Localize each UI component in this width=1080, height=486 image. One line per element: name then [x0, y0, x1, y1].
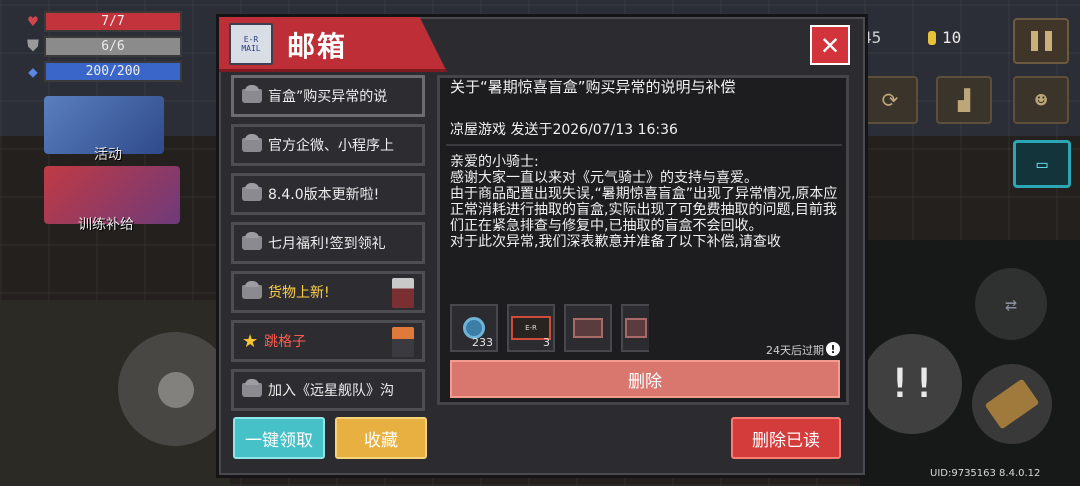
mail-item-title: 盲盒”购买异常的说: [268, 89, 388, 105]
energy-bar: 200/200: [44, 60, 182, 82]
envelope-icon: [242, 281, 262, 299]
heart-icon: ♥: [28, 11, 38, 31]
gold-count-value: 10: [942, 28, 962, 47]
skill-button[interactable]: !!: [862, 334, 962, 434]
attachment-count: 3: [543, 336, 550, 349]
pause-bar-icon: [1044, 31, 1052, 51]
stairs-button[interactable]: ▟: [936, 76, 992, 124]
console-button[interactable]: ▭: [1013, 140, 1071, 188]
pink-ticket-icon: [625, 318, 647, 338]
info-exclamation-icon[interactable]: !: [826, 342, 840, 356]
energy-row: ◆ 200/200: [22, 60, 182, 82]
attack-weapon-button[interactable]: [972, 364, 1052, 444]
mail-subject: 关于“暑期惊喜盲盒”购买异常的说明与补偿: [450, 78, 736, 96]
mail-list-item[interactable]: ★ 跳格子: [231, 320, 425, 362]
close-icon: ✕: [820, 27, 840, 62]
mail-envelope-icon: E-R MAIL: [229, 23, 273, 65]
gold-counter: 10: [928, 28, 961, 47]
attachment-slot[interactable]: 233: [450, 304, 498, 352]
character-card-button[interactable]: ☻: [1013, 76, 1069, 124]
mail-item-title: 七月福利!签到领礼: [268, 236, 386, 252]
player-status-hud: ♥ 7/7 ⛊ 6/6 ◆ 200/200: [22, 10, 182, 85]
energy-diamond-icon: ◆: [28, 61, 38, 81]
attachment-slot[interactable]: [564, 304, 612, 352]
mailbox-dialog: E-R MAIL 邮箱 ✕ 盲盒”购买异常的说 官方企微、小程序上 8.4.0版…: [216, 14, 868, 478]
refresh-button[interactable]: ⟳: [862, 76, 918, 124]
attachment-count: 233: [472, 336, 493, 349]
body-paragraph: 亲爱的小骑士:: [450, 154, 539, 170]
envelope-icon: [242, 379, 262, 397]
pause-button[interactable]: [1013, 18, 1069, 64]
swap-weapon-button[interactable]: ⇄: [975, 268, 1047, 340]
shield-icon: ⛊: [26, 36, 39, 55]
mail-list-item[interactable]: 加入《远星舰队》沟: [231, 369, 425, 411]
armor-row: ⛊ 6/6: [22, 35, 182, 57]
mail-item-title: 货物上新!: [268, 285, 330, 301]
mail-list[interactable]: 盲盒”购买异常的说 官方企微、小程序上 8.4.0版本更新啦! 七月福利!签到领…: [231, 75, 431, 415]
pause-bar-icon: [1030, 31, 1038, 51]
envelope-icon: [242, 183, 262, 201]
body-paragraph: 由于商品配置出现失误,“暑期惊喜盲盒”出现了异常情况,原本应正常消耗进行抽取的盲…: [450, 186, 838, 234]
mail-detail-panel: 关于“暑期惊喜盲盒”购买异常的说明与补偿 凉屋游戏 发送于2026/07/13 …: [437, 75, 849, 405]
attachment-list: 233 E-R 3: [450, 304, 649, 352]
favorite-button[interactable]: 收藏: [335, 417, 427, 459]
mail-icon-text: MAIL: [241, 44, 261, 53]
mailbox-header: E-R MAIL 邮箱 ✕: [219, 17, 865, 72]
pink-ticket-icon: [573, 318, 603, 338]
mail-item-title: 跳格子: [264, 334, 307, 350]
mail-body[interactable]: 亲爱的小骑士: 感谢大家一直以来对《元气骑士》的支持与喜爱。 由于商品配置出现失…: [450, 154, 838, 298]
mail-list-item[interactable]: 官方企微、小程序上: [231, 124, 425, 166]
uid-version-text: UID:9735163 8.4.0.12: [930, 468, 1041, 479]
hopscotch-character-icon: [392, 327, 414, 357]
expire-text: 24天后过期: [766, 344, 824, 357]
envelope-icon: [242, 134, 262, 152]
body-paragraph: 感谢大家一直以来对《元气骑士》的支持与喜爱。: [450, 170, 758, 186]
delete-button[interactable]: 删除: [450, 360, 840, 398]
activity-label: 活动: [94, 147, 122, 163]
attachment-slot[interactable]: E-R 3: [507, 304, 555, 352]
mail-list-item[interactable]: 8.4.0版本更新啦!: [231, 173, 425, 215]
envelope-icon: [242, 232, 262, 250]
training-supply-label: 训练补给: [78, 217, 134, 233]
armor-bar: 6/6: [44, 35, 182, 57]
mail-list-item[interactable]: 盲盒”购买异常的说: [231, 75, 425, 117]
mail-icon-text: E-R: [243, 35, 259, 44]
delete-read-button[interactable]: 删除已读: [731, 417, 841, 459]
hp-bar: 7/7: [44, 10, 182, 32]
hp-row: ♥ 7/7: [22, 10, 182, 32]
divider: [446, 144, 842, 146]
mail-item-title: 官方企微、小程序上: [268, 138, 394, 154]
close-button[interactable]: ✕: [810, 25, 850, 65]
mail-item-title: 加入《远星舰队》沟: [268, 383, 394, 399]
star-icon: ★: [242, 330, 259, 352]
weapon-icon: [984, 378, 1040, 430]
attachment-slot[interactable]: [621, 304, 649, 352]
joystick-knob[interactable]: [158, 372, 194, 408]
mail-list-item[interactable]: 七月福利!签到领礼: [231, 222, 425, 264]
envelope-icon: [242, 85, 262, 103]
mailbox-title: 邮箱: [287, 30, 348, 63]
mail-list-item[interactable]: 货物上新!: [231, 271, 425, 313]
merchant-character-icon: [392, 278, 414, 308]
mail-sender-line: 凉屋游戏 发送于2026/07/13 16:36: [450, 122, 678, 138]
mail-item-title: 8.4.0版本更新啦!: [268, 187, 380, 203]
body-paragraph: 对于此次异常,我们深表歉意并准备了以下补偿,请查收: [450, 234, 781, 250]
claim-all-button[interactable]: 一键领取: [233, 417, 325, 459]
gold-coin-icon: [928, 30, 936, 45]
